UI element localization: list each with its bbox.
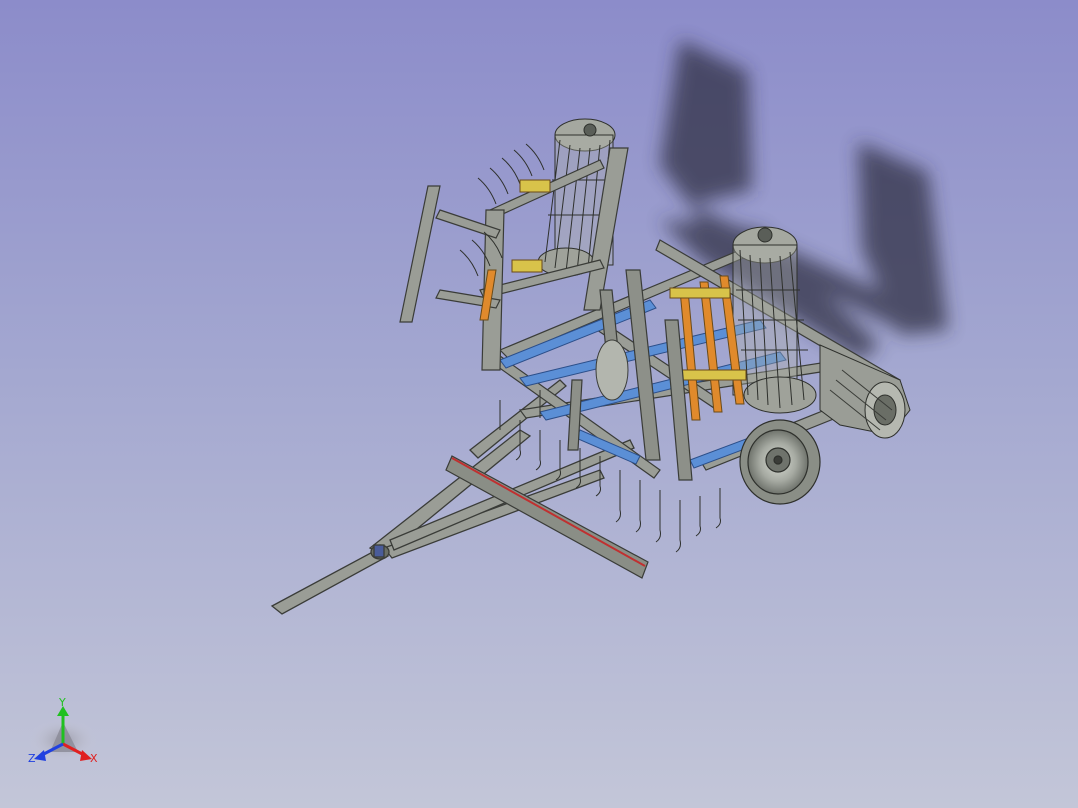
y-axis-label: Y [58,696,66,709]
axis-triad: Y X Z [28,696,98,765]
transport-wheel [739,419,821,505]
z-axis-label: Z [28,752,36,765]
coulter-disc [595,339,629,401]
x-axis-label: X [90,752,98,765]
model-scene[interactable]: Y X Z [0,0,1078,808]
3d-viewport[interactable]: Y X Z [0,0,1078,808]
cage-roller-right [732,226,817,414]
